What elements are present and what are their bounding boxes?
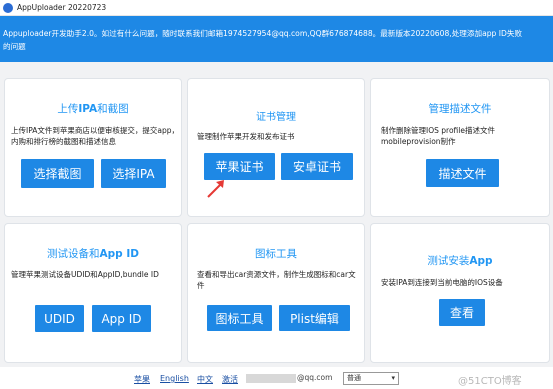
card-title: 测试安装App bbox=[427, 255, 493, 267]
card-description: 制作删除管理IOS profile描述文件mobileprovision制作 bbox=[381, 126, 495, 146]
window-title: AppUploader 20220723 bbox=[17, 3, 107, 12]
card-title: 上传IPA和截图 bbox=[57, 103, 129, 115]
select-screenshot-button[interactable]: 选择截图 bbox=[21, 159, 94, 188]
chinese-link[interactable]: 中文 bbox=[197, 374, 213, 385]
card-title: 测试设备和App ID bbox=[47, 248, 139, 260]
card-title: 证书管理 bbox=[256, 112, 296, 123]
english-link[interactable]: English bbox=[160, 374, 189, 383]
plist-editor-button[interactable]: Plist编辑 bbox=[279, 305, 350, 331]
chevron-down-icon: ▾ bbox=[391, 374, 395, 382]
card-test-install: 测试安装App 安装IPA到连接到当前电脑的IOS设备 查看 bbox=[370, 223, 550, 363]
card-device-appid: 测试设备和App ID 管理苹果测试设备UDID和AppID,bundle ID… bbox=[4, 223, 182, 363]
title-bar: AppUploader 20220723 bbox=[0, 0, 553, 16]
activate-link[interactable]: 激活 bbox=[222, 374, 238, 385]
account-email: @qq.com bbox=[246, 373, 332, 383]
notice-line-2: 的问题 bbox=[3, 42, 26, 51]
app-logo-icon bbox=[3, 2, 13, 13]
android-cert-button[interactable]: 安卓证书 bbox=[281, 153, 353, 180]
card-profile-manage: 管理描述文件 制作删除管理IOS profile描述文件mobileprovis… bbox=[370, 78, 550, 217]
card-upload-ipa: 上传IPA和截图 上传IPA文件到苹果商店以便审核提交，提交app，内购和排行榜… bbox=[4, 78, 182, 217]
apple-cert-button[interactable]: 苹果证书 bbox=[204, 153, 275, 180]
mode-select-value: 普通 bbox=[347, 374, 361, 382]
card-icon-tool: 图标工具 查看和导出car资源文件，制作生成图标和car文件 图标工具 Plis… bbox=[187, 223, 365, 363]
watermark-text: @51CTO博客 bbox=[458, 376, 522, 387]
view-button[interactable]: 查看 bbox=[439, 299, 485, 326]
card-description: 安装IPA到连接到当前电脑的IOS设备 bbox=[381, 278, 503, 287]
redacted-email-block bbox=[246, 373, 296, 383]
profile-file-button[interactable]: 描述文件 bbox=[426, 159, 499, 187]
red-pointer-arrow-icon bbox=[207, 180, 224, 198]
card-description: 查看和导出car资源文件，制作生成图标和car文件 bbox=[197, 270, 356, 290]
footer-bar: 苹果 English 中文 激活 @qq.com 普通 ▾ @51CTO博客 bbox=[0, 367, 553, 389]
notice-line-1: Appuploader开发助手2.0。如过有什么问题，随时联系我们邮箱19745… bbox=[3, 29, 523, 38]
card-title: 管理描述文件 bbox=[428, 103, 492, 115]
mode-select[interactable]: 普通 ▾ bbox=[343, 372, 399, 385]
card-description: 管理苹果测试设备UDID和AppID,bundle ID bbox=[11, 270, 159, 279]
apple-link[interactable]: 苹果 bbox=[134, 374, 150, 385]
card-description: 上传IPA文件到苹果商店以便审核提交，提交app，内购和排行榜的截图和描述信息 bbox=[11, 126, 180, 146]
card-description: 管理制作苹果开发和发布证书 bbox=[197, 132, 295, 141]
select-ipa-button[interactable]: 选择IPA bbox=[101, 159, 166, 188]
card-title: 图标工具 bbox=[255, 248, 297, 260]
app-id-button[interactable]: App ID bbox=[92, 305, 151, 332]
udid-button[interactable]: UDID bbox=[35, 305, 84, 332]
icon-tool-button[interactable]: 图标工具 bbox=[207, 305, 272, 331]
notice-banner: Appuploader开发助手2.0。如过有什么问题，随时联系我们邮箱19745… bbox=[0, 16, 553, 62]
